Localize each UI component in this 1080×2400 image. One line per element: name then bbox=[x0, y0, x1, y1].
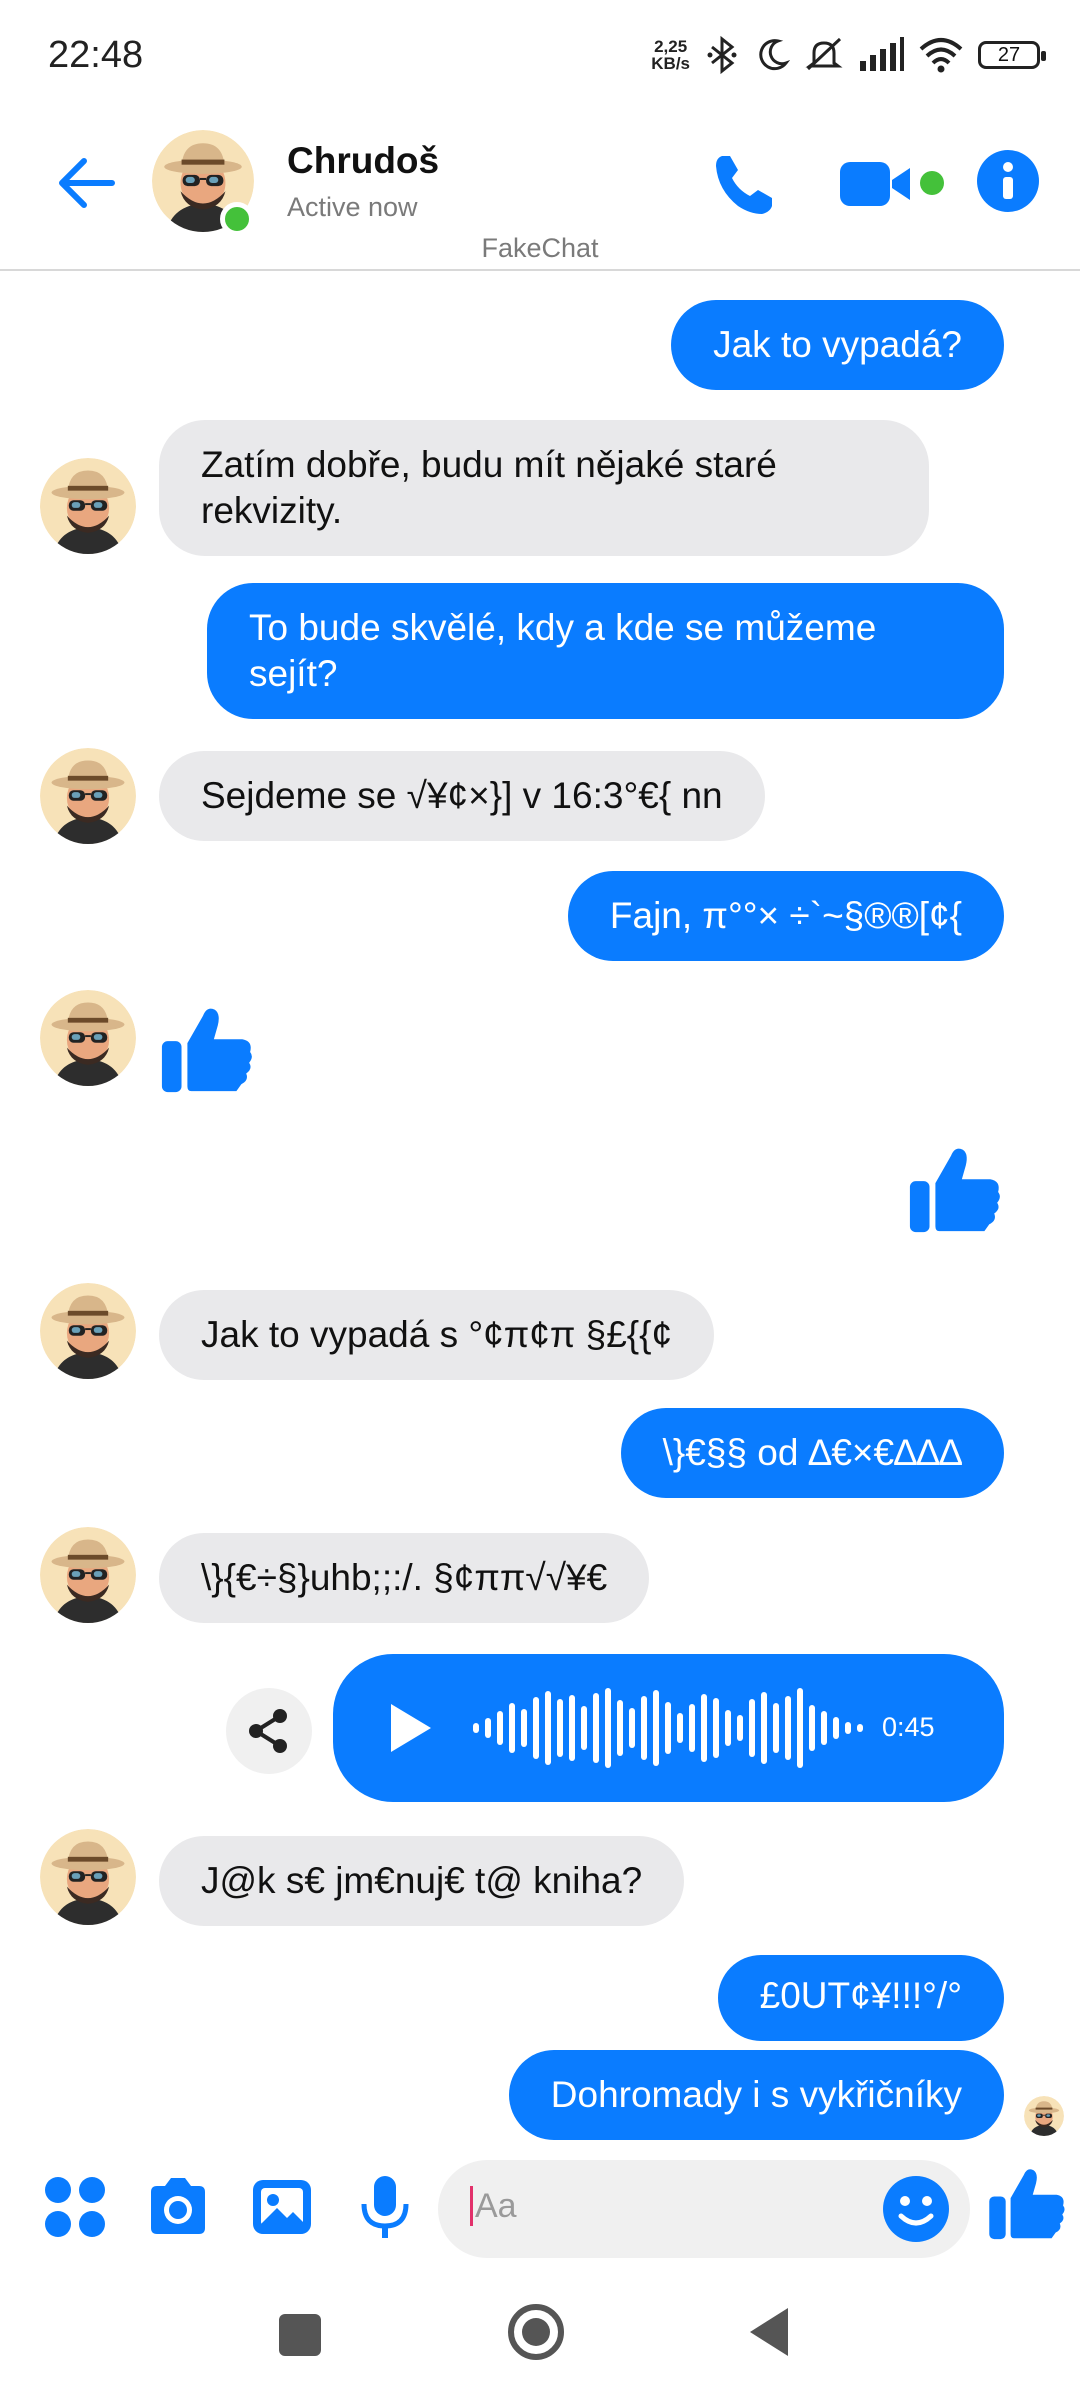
waveform-bar bbox=[629, 1708, 635, 1748]
camera-button[interactable] bbox=[143, 2172, 213, 2242]
waveform-bar bbox=[809, 1705, 815, 1751]
waveform-bar bbox=[557, 1699, 563, 1757]
apps-icon bbox=[45, 2177, 105, 2237]
gallery-icon bbox=[253, 2180, 311, 2234]
waveform-bar bbox=[509, 1703, 515, 1753]
share-icon bbox=[249, 1709, 287, 1753]
contact-status: Active now bbox=[287, 192, 418, 222]
camera-icon bbox=[151, 2178, 205, 2234]
waveform-bar bbox=[617, 1700, 623, 1756]
thumbs-up-icon[interactable] bbox=[158, 1000, 256, 1098]
waveform-bar bbox=[605, 1688, 611, 1768]
video-call-button[interactable] bbox=[838, 158, 918, 210]
message-input-placeholder[interactable]: Aa bbox=[470, 2186, 517, 2226]
waveform-bar bbox=[737, 1715, 743, 1741]
voice-duration: 0:45 bbox=[882, 1712, 935, 1742]
emoji-icon[interactable] bbox=[881, 2174, 951, 2244]
phone-icon bbox=[716, 156, 772, 214]
waveform-bar bbox=[533, 1697, 539, 1759]
waveform-bar bbox=[857, 1724, 863, 1732]
wifi-icon bbox=[919, 38, 963, 73]
waveform-bar bbox=[821, 1711, 827, 1745]
recents-button[interactable] bbox=[279, 2314, 321, 2356]
message-outgoing[interactable]: £0UT¢¥!!!°/° bbox=[717, 1955, 1004, 2041]
play-icon[interactable] bbox=[379, 1698, 439, 1758]
system-back-button[interactable] bbox=[750, 2308, 788, 2356]
signal-icon bbox=[860, 37, 904, 71]
waveform-bar bbox=[761, 1692, 767, 1764]
contact-avatar-small bbox=[40, 1283, 136, 1379]
net-speed: 2,25 KB/s bbox=[651, 37, 690, 73]
waveform-bar bbox=[497, 1711, 503, 1745]
waveform-bar bbox=[785, 1696, 791, 1760]
share-button[interactable] bbox=[226, 1688, 312, 1774]
waveform-bar bbox=[485, 1718, 491, 1738]
contact-avatar-small bbox=[40, 1527, 136, 1623]
waveform-bar bbox=[833, 1717, 839, 1739]
message-outgoing[interactable]: Jak to vypadá? bbox=[671, 300, 1004, 390]
online-indicator bbox=[220, 202, 254, 236]
video-icon bbox=[840, 162, 910, 206]
contact-avatar-small bbox=[40, 748, 136, 844]
message-input[interactable]: Aa bbox=[438, 2160, 970, 2258]
waveform-bar bbox=[521, 1709, 527, 1747]
message-incoming[interactable]: \}{€÷§}uhb;;:/. §¢ππ√√¥€ bbox=[159, 1533, 650, 1623]
contact-avatar-small bbox=[40, 1829, 136, 1925]
waveform-bar bbox=[749, 1699, 755, 1757]
apps-button[interactable] bbox=[40, 2172, 110, 2242]
waveform-bar bbox=[677, 1713, 683, 1743]
moon-icon bbox=[759, 39, 790, 71]
waveform-bar bbox=[545, 1691, 551, 1765]
waveform-bar bbox=[593, 1693, 599, 1763]
mic-button[interactable] bbox=[350, 2172, 420, 2242]
waveform-bar bbox=[665, 1702, 671, 1754]
thumbs-up-icon[interactable] bbox=[906, 1140, 1004, 1238]
waveform-bar bbox=[845, 1722, 851, 1734]
bluetooth-icon bbox=[707, 35, 737, 75]
waveform-bar bbox=[569, 1695, 575, 1761]
battery-icon: 27 bbox=[978, 41, 1046, 69]
thumbs-up-icon[interactable] bbox=[986, 2162, 1068, 2244]
message-outgoing[interactable]: \}€§§ od ∆€×€∆∆∆ bbox=[620, 1408, 1004, 1498]
info-button[interactable] bbox=[977, 150, 1039, 212]
back-button[interactable] bbox=[52, 148, 122, 218]
waveform-bar bbox=[473, 1723, 479, 1733]
message-incoming[interactable]: Sejdeme se √¥¢×}] v 16:3°€{ nn bbox=[159, 751, 765, 841]
waveform-bar bbox=[797, 1688, 803, 1768]
info-icon bbox=[1003, 162, 1013, 199]
message-outgoing[interactable]: Dohromady i s vykřičníky bbox=[508, 2050, 1004, 2140]
waveform-bar bbox=[653, 1690, 659, 1766]
header-divider bbox=[0, 269, 1080, 271]
gallery-button[interactable] bbox=[247, 2172, 317, 2242]
message-outgoing[interactable]: Fajn, π°°× ÷`~§®®[¢{ bbox=[567, 871, 1004, 961]
message-outgoing[interactable]: To bude skvělé, kdy a kde se můžeme sejí… bbox=[207, 583, 1004, 719]
waveform-bar bbox=[773, 1703, 779, 1753]
status-icons: 2,25 KB/s 27 bbox=[651, 30, 1046, 80]
waveform-bar bbox=[725, 1710, 731, 1746]
contact-avatar-small bbox=[40, 990, 136, 1086]
back-arrow-icon bbox=[59, 158, 115, 208]
seen-avatar bbox=[1024, 2096, 1064, 2136]
waveform-bar bbox=[581, 1706, 587, 1750]
waveform-bar bbox=[713, 1698, 719, 1758]
contact-avatar-small bbox=[40, 458, 136, 554]
contact-name[interactable]: Chrudoš bbox=[287, 140, 439, 182]
status-time: 22:48 bbox=[48, 34, 144, 76]
app-label: FakeChat bbox=[481, 233, 599, 263]
waveform-bar bbox=[701, 1694, 707, 1762]
message-incoming[interactable]: J@k s€ jm€nuj€ t@ kniha? bbox=[159, 1836, 685, 1926]
message-incoming[interactable]: Zatím dobře, budu mít nějaké staré rekvi… bbox=[159, 420, 929, 556]
video-active-dot bbox=[920, 171, 944, 195]
waveform[interactable] bbox=[469, 1678, 869, 1778]
waveform-bar bbox=[641, 1696, 647, 1760]
waveform-bar bbox=[689, 1704, 695, 1752]
message-incoming[interactable]: Jak to vypadá s °¢π¢π §£{{¢ bbox=[159, 1290, 715, 1380]
call-button[interactable] bbox=[708, 148, 780, 220]
mute-icon bbox=[805, 37, 843, 71]
mic-icon bbox=[361, 2176, 409, 2238]
home-button[interactable] bbox=[508, 2304, 564, 2360]
